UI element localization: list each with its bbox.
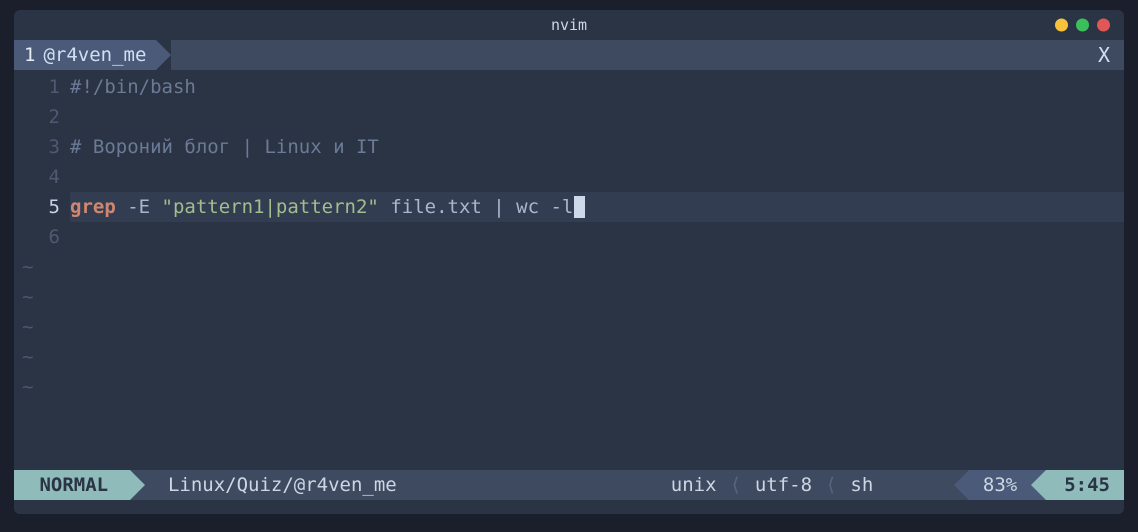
separator-icon bbox=[420, 470, 435, 500]
line-number: 4 bbox=[14, 166, 70, 188]
code-token: -E bbox=[116, 196, 162, 218]
command-line-area[interactable] bbox=[14, 500, 1124, 514]
code-line[interactable]: 5grep -E "pattern1|pattern2" file.txt | … bbox=[14, 192, 1124, 222]
code-content[interactable] bbox=[70, 222, 1124, 252]
chevron-left-icon: ⟨ bbox=[717, 474, 755, 496]
code-content[interactable]: # Вороний блог | Linux и IT bbox=[70, 132, 1124, 162]
tab-1[interactable]: 1 @r4ven_me bbox=[14, 40, 156, 70]
line-number: 5 bbox=[14, 196, 70, 218]
cursor-icon bbox=[574, 196, 585, 218]
line-number: 6 bbox=[14, 226, 70, 248]
line-number: 3 bbox=[14, 136, 70, 158]
code-line[interactable]: 3# Вороний блог | Linux и IT bbox=[14, 132, 1124, 162]
code-token: file.txt | wc -l bbox=[379, 196, 573, 218]
empty-line-tilde: ~ bbox=[14, 282, 1124, 312]
code-content[interactable] bbox=[70, 102, 1124, 132]
window-title: nvim bbox=[551, 16, 587, 34]
tabline-fill: X bbox=[171, 40, 1124, 70]
code-line[interactable]: 6 bbox=[14, 222, 1124, 252]
tab-bar: 1 @r4ven_me X bbox=[14, 40, 1124, 70]
code-line[interactable]: 1#!/bin/bash bbox=[14, 72, 1124, 102]
empty-line-tilde: ~ bbox=[14, 252, 1124, 282]
code-content[interactable] bbox=[70, 162, 1124, 192]
minimize-icon[interactable] bbox=[1055, 19, 1068, 32]
separator-icon bbox=[130, 470, 145, 500]
separator-icon bbox=[1031, 470, 1046, 500]
file-encoding: utf-8 bbox=[755, 474, 812, 496]
tab-index: 1 bbox=[24, 44, 35, 66]
separator-icon bbox=[954, 470, 969, 500]
chevron-left-icon: ⟨ bbox=[812, 474, 850, 496]
code-line[interactable]: 4 bbox=[14, 162, 1124, 192]
status-line: NORMAL Linux/Quiz/@r4ven_me unix ⟨ utf-8… bbox=[14, 470, 1124, 500]
code-token: # Вороний блог | Linux и IT bbox=[70, 136, 379, 158]
titlebar: nvim bbox=[14, 10, 1124, 40]
empty-line-tilde: ~ bbox=[14, 342, 1124, 372]
tab-label: @r4ven_me bbox=[43, 44, 146, 66]
file-type: sh bbox=[850, 474, 873, 496]
cursor-position: 5:45 bbox=[1046, 470, 1124, 500]
code-token: "pattern1|pattern2" bbox=[162, 196, 379, 218]
code-content[interactable]: grep -E "pattern1|pattern2" file.txt | w… bbox=[70, 192, 1124, 222]
status-fill bbox=[435, 470, 659, 500]
code-line[interactable]: 2 bbox=[14, 102, 1124, 132]
empty-line-tilde: ~ bbox=[14, 372, 1124, 402]
editor-area[interactable]: 1#!/bin/bash23# Вороний блог | Linux и I… bbox=[14, 70, 1124, 470]
close-icon[interactable] bbox=[1097, 19, 1110, 32]
code-content[interactable]: #!/bin/bash bbox=[70, 72, 1124, 102]
line-number: 1 bbox=[14, 76, 70, 98]
tab-separator-icon bbox=[156, 40, 171, 70]
terminal-window: nvim 1 @r4ven_me X 1#!/bin/bash23# Ворон… bbox=[14, 10, 1124, 514]
empty-line-tilde: ~ bbox=[14, 312, 1124, 342]
scroll-percent: 83% bbox=[969, 470, 1031, 500]
window-controls bbox=[1055, 19, 1110, 32]
code-token: grep bbox=[70, 196, 116, 218]
code-token: #!/bin/bash bbox=[70, 76, 196, 98]
maximize-icon[interactable] bbox=[1076, 19, 1089, 32]
mode-indicator: NORMAL bbox=[14, 470, 130, 500]
file-format: unix bbox=[671, 474, 717, 496]
line-number: 2 bbox=[14, 106, 70, 128]
tab-close-button[interactable]: X bbox=[1098, 43, 1110, 67]
file-path: Linux/Quiz/@r4ven_me bbox=[145, 470, 421, 500]
file-info: unix ⟨ utf-8 ⟨ sh bbox=[659, 470, 954, 500]
